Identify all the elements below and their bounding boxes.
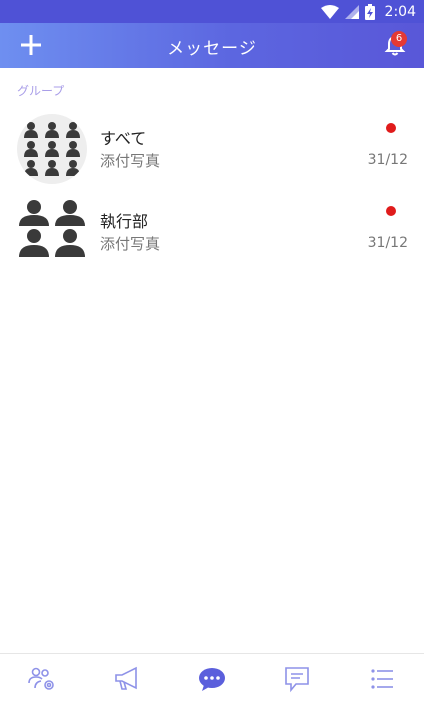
group-name: すべて <box>100 129 147 148</box>
signal-icon <box>344 4 359 19</box>
group-avatar-icon <box>17 114 87 184</box>
bottom-nav <box>0 653 424 705</box>
people-grid-icon <box>24 122 80 176</box>
group-row[interactable]: 執行部 添付写真 31/12 <box>0 195 424 275</box>
status-time: 2:04 <box>384 3 416 20</box>
page-title: メッセージ <box>167 39 257 59</box>
megaphone-icon[interactable] <box>112 664 142 694</box>
status-icons: 2:04 <box>320 2 416 21</box>
chat-bubble-icon[interactable] <box>197 664 227 694</box>
group-settings-icon[interactable] <box>27 664 57 694</box>
battery-charging-icon <box>364 3 375 20</box>
last-message: 添付写真 <box>100 152 161 170</box>
message-date: 31/12 <box>367 235 408 251</box>
group-name: 執行部 <box>100 212 149 231</box>
status-bar: 2:04 <box>0 0 424 23</box>
section-label: グループ <box>17 84 65 98</box>
people-grid-icon <box>19 200 85 257</box>
group-avatar-icon <box>17 197 87 267</box>
wifi-icon <box>320 4 339 19</box>
message-date: 31/12 <box>367 152 408 168</box>
group-row[interactable]: すべて 添付写真 31/12 <box>0 112 424 192</box>
unread-dot <box>386 123 396 133</box>
header-bar: メッセージ <box>0 23 424 68</box>
notification-badge: 6 <box>391 31 407 47</box>
list-icon[interactable] <box>367 664 397 694</box>
last-message: 添付写真 <box>100 235 161 253</box>
message-square-icon[interactable] <box>282 664 312 694</box>
unread-dot <box>386 206 396 216</box>
